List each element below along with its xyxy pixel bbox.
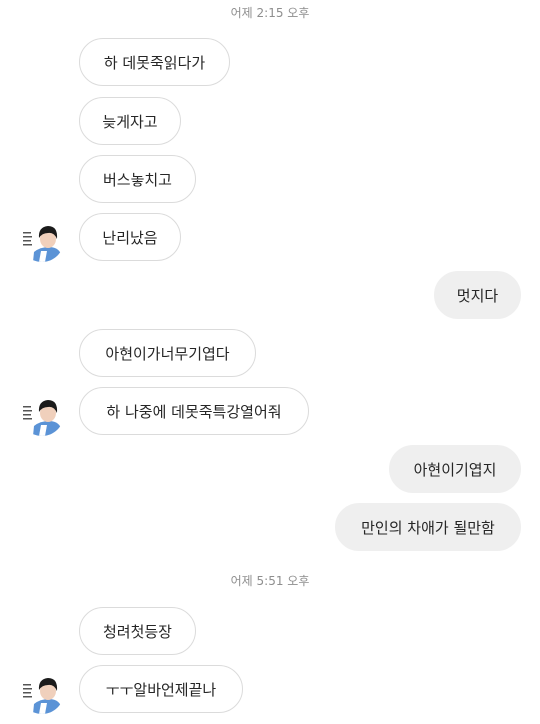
message-text: 늦게자고 [102,112,158,131]
message-bubble[interactable]: 청려첫등장 [79,607,196,655]
message-bubble[interactable]: 만인의 차애가 될만함 [335,503,521,551]
avatar[interactable] [20,218,64,262]
message-text: 아현이가너무기엽다 [105,344,230,363]
message-text: ㅜㅜ알바언제끝나 [105,680,217,699]
message-bubble[interactable]: 난리났음 [79,213,181,261]
avatar[interactable] [20,392,64,436]
timestamp: 어제 2:15 오후 [230,6,310,20]
timestamp: 어제 5:51 오후 [230,574,310,588]
message-text: 하 데못죽읽다가 [103,53,206,72]
user-avatar-photo-icon [20,392,64,436]
message-text: 하 나중에 데못죽특강열어줘 [106,402,282,421]
message-text: 청려첫등장 [102,622,172,641]
message-text: 멋지다 [456,286,499,305]
message-bubble[interactable]: 아현이가너무기엽다 [79,329,256,377]
message-bubble[interactable]: 늦게자고 [79,97,181,145]
message-text: 버스놓치고 [102,170,172,189]
user-avatar-photo-icon [20,218,64,262]
avatar[interactable] [20,670,64,714]
message-bubble[interactable]: 버스놓치고 [79,155,196,203]
message-bubble[interactable]: 아현이기엽지 [389,445,521,493]
message-bubble[interactable]: 하 데못죽읽다가 [79,38,230,86]
message-text: 난리났음 [102,228,158,247]
message-bubble[interactable]: 멋지다 [434,271,521,319]
message-text: 만인의 차애가 될만함 [361,518,495,537]
message-bubble[interactable]: 하 나중에 데못죽특강열어줘 [79,387,309,435]
message-bubble[interactable]: ㅜㅜ알바언제끝나 [79,665,243,713]
user-avatar-photo-icon [20,670,64,714]
message-text: 아현이기엽지 [413,460,497,479]
